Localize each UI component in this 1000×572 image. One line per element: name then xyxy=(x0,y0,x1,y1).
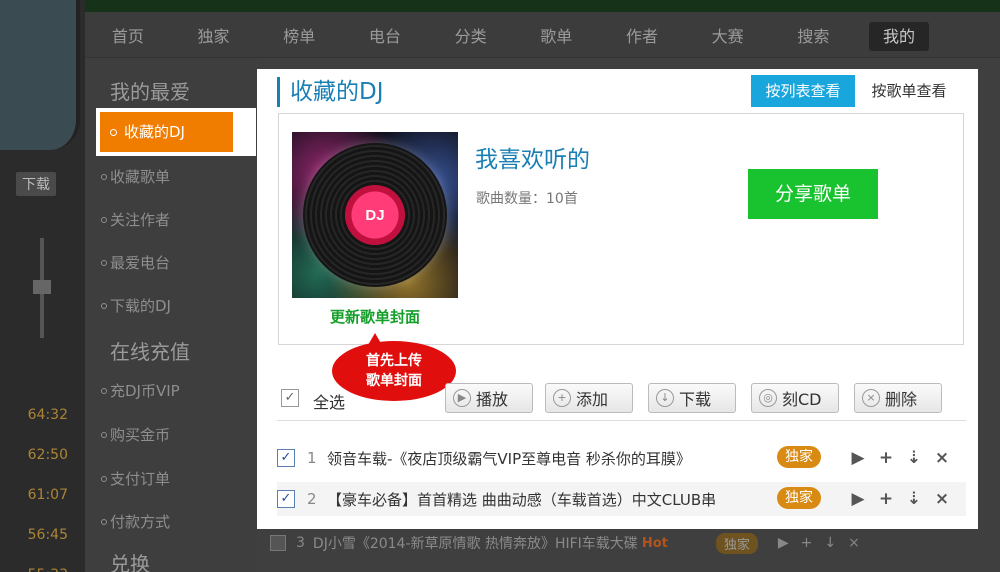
saved-dj-panel: 收藏的DJ 按列表查看 按歌单查看 DJ 更新歌单封面 我喜欢听的 歌曲数量：1… xyxy=(257,69,978,529)
nav-item-exclusive[interactable]: 独家 xyxy=(171,23,257,47)
player-sidebar: 下载 64:32 62:50 61:07 56:45 55:33 xyxy=(0,0,85,572)
song-number: 1 xyxy=(307,449,317,467)
playlist-times: 64:32 62:50 61:07 56:45 55:33 xyxy=(0,395,80,572)
nav-item-search[interactable]: 搜索 xyxy=(771,23,857,47)
song-number: 2 xyxy=(307,490,317,508)
track-time: 55:33 xyxy=(0,555,80,572)
sidebar-item-favorite-radio[interactable]: 最爱电台 xyxy=(100,252,170,273)
track-time: 64:32 xyxy=(27,407,68,423)
view-as-album-button[interactable]: 按歌单查看 xyxy=(861,75,957,107)
download-icon[interactable]: ⇣ xyxy=(905,448,923,468)
plus-icon: + xyxy=(553,389,571,407)
song-title[interactable]: DJ小雪《2014-新草原情歌 热情奔放》HIFI车载大碟 xyxy=(313,533,638,553)
add-label: 添加 xyxy=(576,390,609,409)
nav-item-contest[interactable]: 大赛 xyxy=(685,23,771,47)
album-card: DJ 更新歌单封面 我喜欢听的 歌曲数量：10首 分享歌单 xyxy=(278,113,964,345)
nav-item-category[interactable]: 分类 xyxy=(428,23,514,47)
cd-icon: ◎ xyxy=(759,389,777,407)
play-icon: ▶ xyxy=(453,389,471,407)
sidebar-item-pay-order[interactable]: 支付订单 xyxy=(100,468,170,489)
album-name: 我喜欢听的 xyxy=(475,147,590,173)
player-display xyxy=(0,0,80,150)
play-icon[interactable]: ▶ xyxy=(849,489,867,509)
delete-label: 删除 xyxy=(885,390,918,409)
sidebar-item-saved-playlists[interactable]: 收藏歌单 xyxy=(100,166,170,187)
download-icon[interactable]: ⇣ xyxy=(905,489,923,509)
delete-button[interactable]: × 删除 xyxy=(854,383,942,413)
sidebar-item-downloaded-dj[interactable]: 下载的DJ xyxy=(101,295,171,316)
nav-item-mine[interactable]: 我的 xyxy=(856,21,942,51)
download-label: 下载 xyxy=(679,390,712,409)
nav-item-home[interactable]: 首页 xyxy=(85,23,171,47)
song-number: 3 xyxy=(296,535,305,551)
download-button[interactable]: ↓ 下载 xyxy=(648,383,736,413)
sidebar-item-payment-method[interactable]: 付款方式 xyxy=(100,511,170,532)
nav-item-charts[interactable]: 榜单 xyxy=(256,23,342,47)
play-button[interactable]: ▶ 播放 xyxy=(445,383,533,413)
update-cover-link[interactable]: 更新歌单封面 xyxy=(279,306,471,327)
select-all-checkbox[interactable]: ✓ xyxy=(281,389,299,407)
cover-badge: DJ xyxy=(365,206,385,224)
album-cover[interactable]: DJ xyxy=(292,132,458,298)
exclusive-tag: 独家 xyxy=(777,487,821,509)
sidebar-item-recharge-vip[interactable]: 充DJ币VIP xyxy=(101,380,180,401)
sidebar-item-buy-coins[interactable]: 购买金币 xyxy=(100,424,170,445)
song-row-actions[interactable]: ▶+↓× xyxy=(778,535,872,551)
nav-item-playlists[interactable]: 歌单 xyxy=(513,23,599,47)
song-row[interactable]: 3 DJ小雪《2014-新草原情歌 热情奔放》HIFI车载大碟 Hot 独家 ▶… xyxy=(270,528,970,558)
song-checkbox[interactable]: ✓ xyxy=(277,449,295,467)
nav-item-authors[interactable]: 作者 xyxy=(599,23,685,47)
track-time: 56:45 xyxy=(27,527,68,543)
track-time: 61:07 xyxy=(27,487,68,503)
share-playlist-button[interactable]: 分享歌单 xyxy=(748,169,878,219)
song-row[interactable]: ✓ 2 【豪车必备】首首精选 曲曲动感（车载首选）中文CLUB串 独家 ▶ + … xyxy=(277,482,966,516)
play-label: 播放 xyxy=(476,390,509,409)
song-count: 歌曲数量：10首 xyxy=(476,191,578,207)
add-icon[interactable]: + xyxy=(877,448,895,468)
download-icon: ↓ xyxy=(656,389,674,407)
close-icon[interactable]: × xyxy=(933,489,951,509)
view-as-list-button[interactable]: 按列表查看 xyxy=(751,75,855,107)
volume-slider-handle[interactable] xyxy=(33,280,51,294)
song-checkbox[interactable]: ✓ xyxy=(277,490,295,508)
sidebar-section-recharge: 在线充值 xyxy=(110,340,190,364)
song-title[interactable]: 【豪车必备】首首精选 曲曲动感（车载首选）中文CLUB串 xyxy=(327,489,771,510)
main-nav: 首页 独家 榜单 电台 分类 歌单 作者 大赛 搜索 我的 xyxy=(85,12,1000,58)
sidebar-item-saved-dj-label[interactable]: 收藏的DJ xyxy=(100,112,233,152)
play-icon[interactable]: ▶ xyxy=(849,448,867,468)
song-title[interactable]: 领音车载-《夜店顶级霸气VIP至尊电音 秒杀你的耳膜》 xyxy=(327,448,771,469)
add-button[interactable]: + 添加 xyxy=(545,383,633,413)
hot-badge: Hot xyxy=(641,535,668,551)
player-download-button[interactable]: 下载 xyxy=(16,172,56,196)
sidebar-item-followed-authors[interactable]: 关注作者 xyxy=(100,209,170,230)
nav-item-radio[interactable]: 电台 xyxy=(342,23,428,47)
burn-cd-label: 刻CD xyxy=(782,390,822,409)
disc-label: DJ xyxy=(345,185,405,245)
track-time: 62:50 xyxy=(27,447,68,463)
song-row[interactable]: ✓ 1 领音车载-《夜店顶级霸气VIP至尊电音 秒杀你的耳膜》 独家 ▶ + ⇣… xyxy=(277,441,966,475)
song-checkbox[interactable] xyxy=(270,535,286,551)
top-banner-strip xyxy=(85,0,1000,12)
burn-cd-button[interactable]: ◎ 刻CD xyxy=(751,383,839,413)
select-all-label[interactable]: 全选 xyxy=(313,389,345,413)
delete-icon: × xyxy=(862,389,880,407)
sidebar-section-favorites: 我的最爱 xyxy=(110,80,190,104)
song-toolbar: ✓ 全选 ▶ 播放 + 添加 ↓ 下载 ◎ 刻CD × 删除 xyxy=(277,379,966,421)
tip-line-1: 首先上传 xyxy=(366,353,422,369)
panel-title: 收藏的DJ xyxy=(277,77,384,107)
add-icon[interactable]: + xyxy=(877,489,895,509)
exclusive-tag: 独家 xyxy=(715,532,758,554)
close-icon[interactable]: × xyxy=(933,448,951,468)
exclusive-tag: 独家 xyxy=(777,446,821,468)
sidebar-item-saved-dj[interactable]: 收藏的DJ xyxy=(96,108,256,156)
sidebar-section-redeem: 兑换 xyxy=(110,552,150,572)
